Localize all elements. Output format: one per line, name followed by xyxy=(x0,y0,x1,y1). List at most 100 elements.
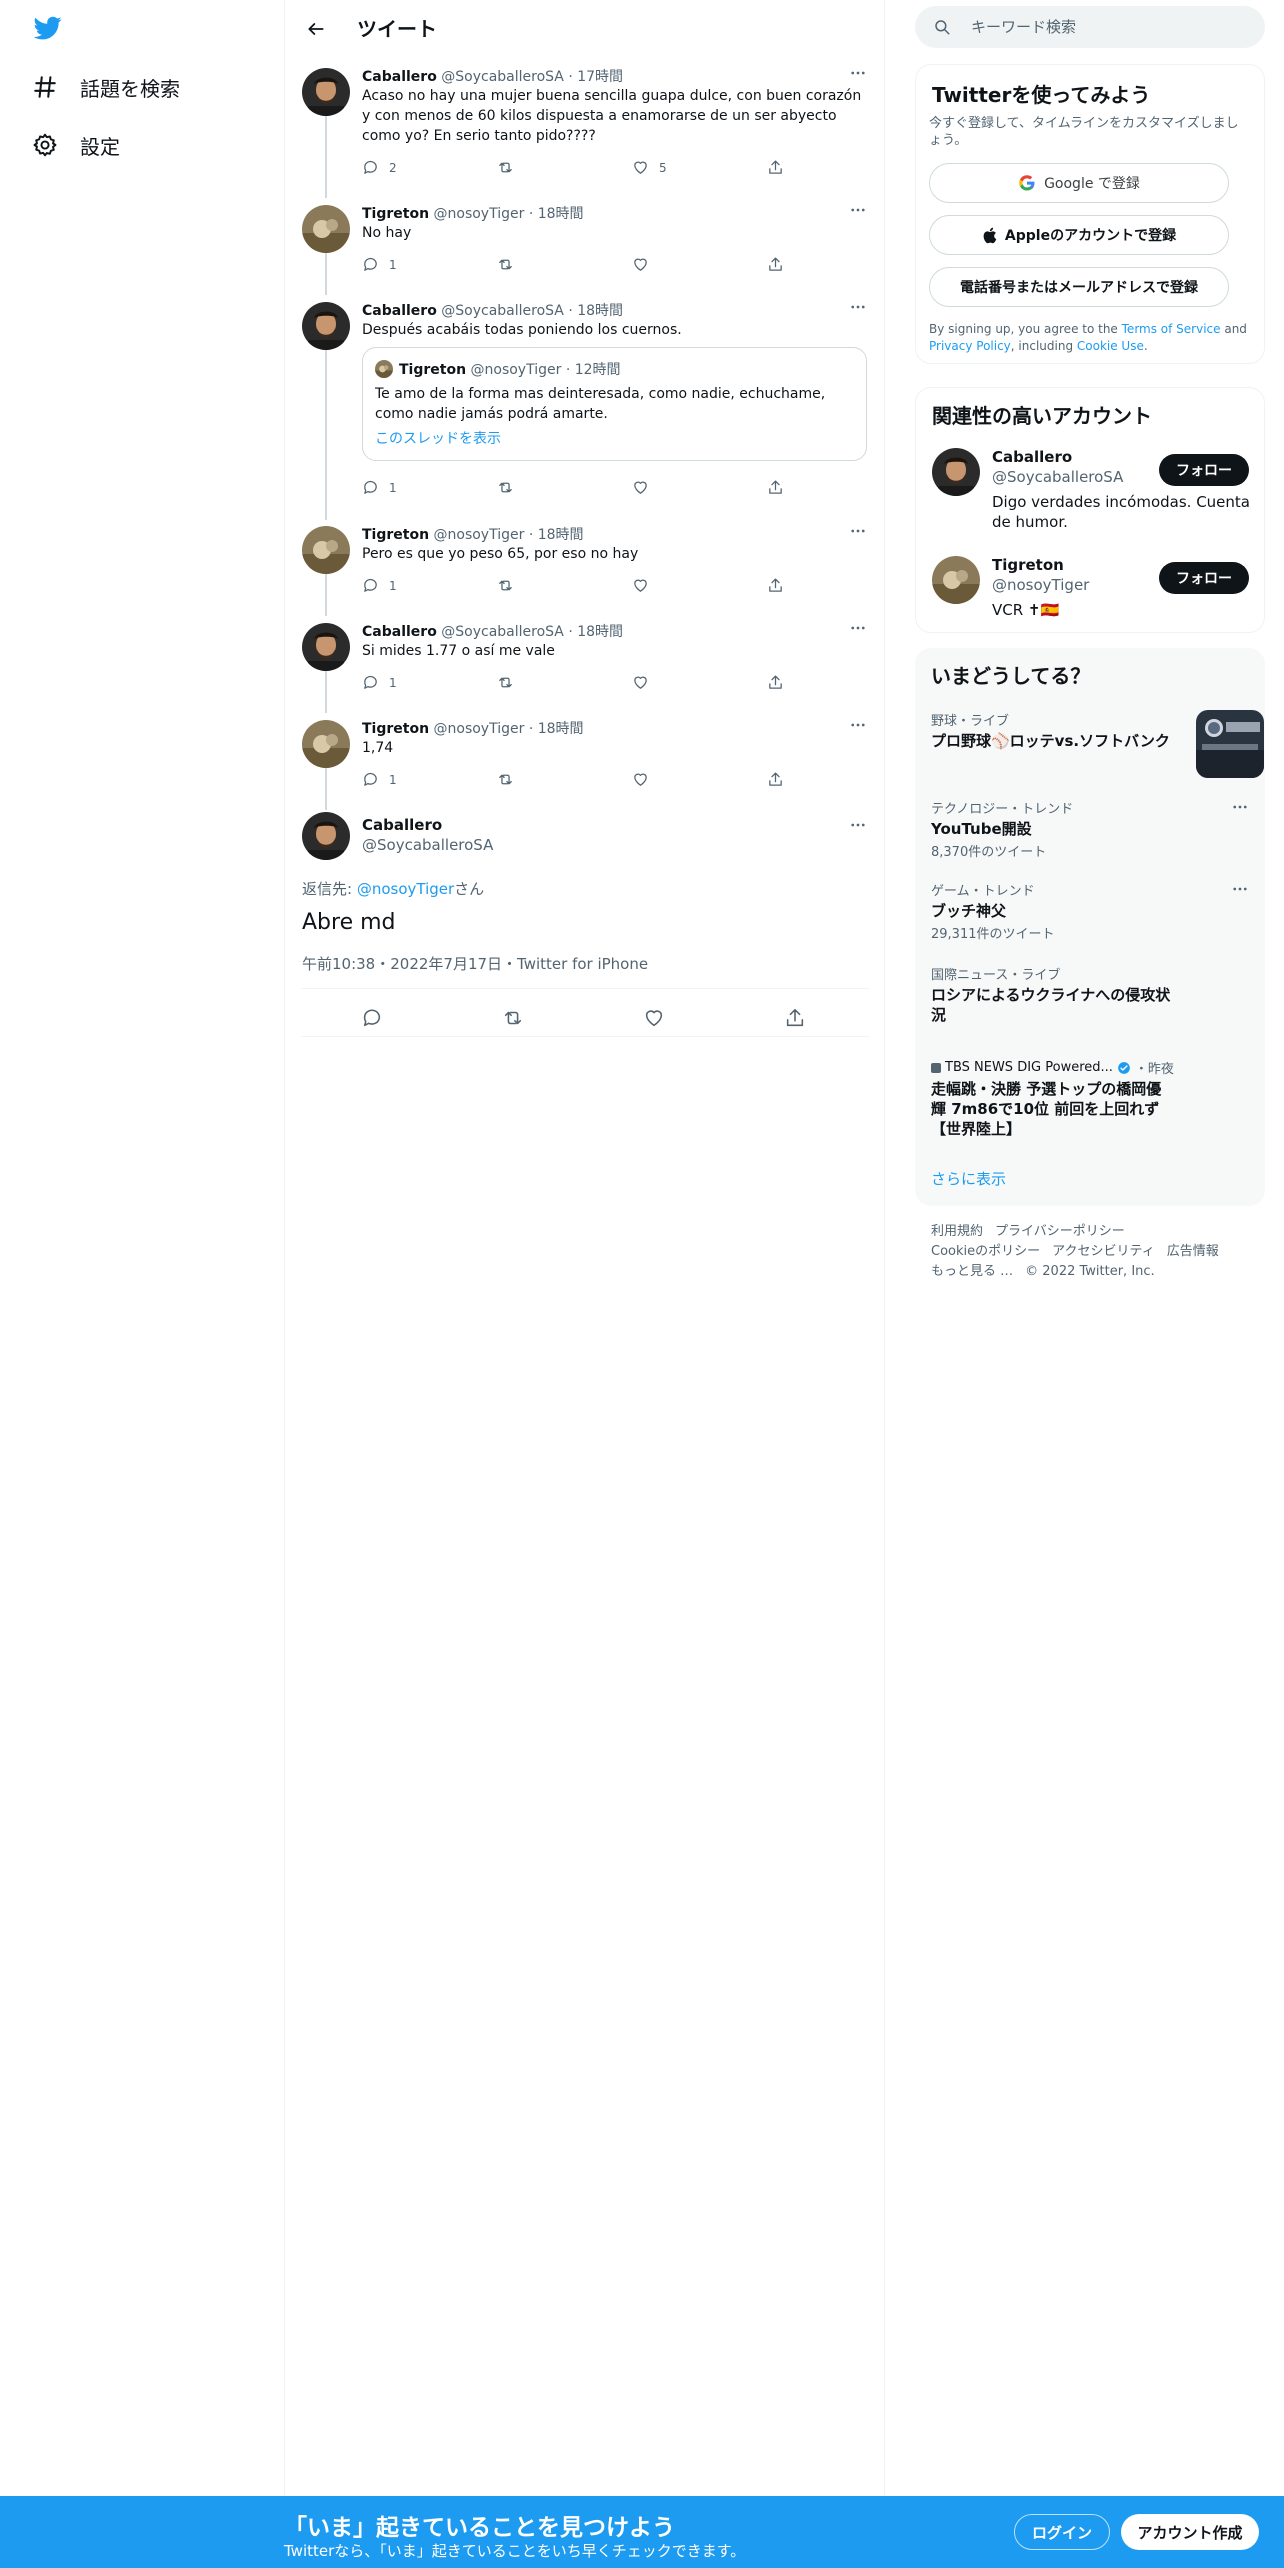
tweet-time[interactable]: 17時間 xyxy=(577,69,623,85)
footer-link-ads[interactable]: 広告情報 xyxy=(1167,1242,1219,1262)
show-more-link[interactable]: さらに表示 xyxy=(931,1168,1006,1189)
footer-link-more[interactable]: もっと見る … xyxy=(931,1262,1013,1282)
author-handle[interactable]: @SoycaballeroSA xyxy=(441,69,564,85)
share-button[interactable] xyxy=(767,577,784,594)
privacy-link[interactable]: Privacy Policy xyxy=(929,339,1011,353)
focus-author-handle[interactable]: @SoycaballeroSA xyxy=(362,836,493,854)
phone-email-signup-button[interactable]: 電話番号またはメールアドレスで登録 xyxy=(929,267,1229,307)
tweet-time[interactable]: 18時間 xyxy=(577,303,623,319)
avatar[interactable] xyxy=(302,526,350,574)
google-signup-button[interactable]: Google で登録 xyxy=(929,163,1229,203)
author-name[interactable]: Tigreton xyxy=(362,206,429,222)
trend-item[interactable]: ゲーム・トレンド ブッチ神父 29,311件のツイート xyxy=(931,878,1251,942)
trend-item[interactable]: TBS NEWS DIG Powered... ・昨夜 走幅跳・決勝 予選トップ… xyxy=(931,1058,1251,1148)
quoted-tweet[interactable]: Tigreton @nosoyTiger · 12時間 Te amo de la… xyxy=(362,347,867,461)
like-button[interactable] xyxy=(632,577,659,594)
author-name[interactable]: Caballero xyxy=(362,303,437,319)
author-name[interactable]: Caballero xyxy=(362,624,437,640)
reply-button[interactable]: 1 xyxy=(362,256,397,273)
author-handle[interactable]: @nosoyTiger xyxy=(434,206,525,222)
retweet-button[interactable] xyxy=(497,771,524,788)
more-button[interactable] xyxy=(847,62,869,84)
follow-button[interactable]: フォロー xyxy=(1159,562,1249,594)
terms-link[interactable]: Terms of Service xyxy=(1122,322,1221,336)
register-button[interactable]: アカウント作成 xyxy=(1121,2514,1259,2550)
search-input[interactable] xyxy=(971,14,1241,40)
reply-button[interactable]: 1 xyxy=(362,771,397,788)
focus-author-name[interactable]: Caballero xyxy=(362,816,442,834)
more-button[interactable] xyxy=(847,199,869,221)
show-thread-link[interactable]: このスレッドを表示 xyxy=(375,428,501,448)
follow-button[interactable]: フォロー xyxy=(1159,454,1249,486)
tweet-time[interactable]: 18時間 xyxy=(538,721,584,737)
reply-button[interactable]: 1 xyxy=(362,577,397,594)
share-button[interactable] xyxy=(767,771,784,788)
retweet-button[interactable] xyxy=(497,479,524,496)
reply-button[interactable]: 1 xyxy=(362,479,397,496)
share-button[interactable] xyxy=(767,256,784,273)
footer-link-privacy[interactable]: プライバシーポリシー xyxy=(995,1222,1125,1242)
like-button[interactable] xyxy=(632,479,659,496)
thread-tweet[interactable]: Tigreton @nosoyTiger · 18時間 No hay 1 xyxy=(285,203,885,283)
author-handle[interactable]: @SoycaballeroSA xyxy=(441,624,564,640)
trend-item[interactable]: 国際ニュース・ライブ ロシアによるウクライナへの侵攻状況 xyxy=(931,964,1251,1024)
author-handle[interactable]: @nosoyTiger xyxy=(434,721,525,737)
login-button[interactable]: ログイン xyxy=(1014,2514,1110,2550)
cookie-link[interactable]: Cookie Use xyxy=(1077,339,1144,353)
footer-link-accessibility[interactable]: アクセシビリティ xyxy=(1052,1242,1155,1262)
focus-tweet-date[interactable]: 午前10:38・2022年7月17日・Twitter for iPhone xyxy=(302,953,648,974)
account-item[interactable]: Tigreton @nosoyTiger VCR ✝🇪🇸 フォロー xyxy=(932,556,1252,626)
avatar[interactable] xyxy=(302,720,350,768)
footer-link-cookie[interactable]: Cookieのポリシー xyxy=(931,1242,1040,1262)
avatar[interactable] xyxy=(302,623,350,671)
more-button[interactable] xyxy=(1229,878,1251,900)
author-handle[interactable]: @SoycaballeroSA xyxy=(441,303,564,319)
like-button[interactable] xyxy=(632,771,659,788)
more-button[interactable] xyxy=(847,714,869,736)
account-item[interactable]: Caballero @SoycaballeroSA Digo verdades … xyxy=(932,448,1252,538)
more-button[interactable] xyxy=(847,814,869,836)
like-button[interactable] xyxy=(632,256,659,273)
nav-settings[interactable]: 設定 xyxy=(32,125,120,165)
more-button[interactable] xyxy=(1229,796,1251,818)
like-button[interactable] xyxy=(632,674,659,691)
share-button[interactable] xyxy=(767,674,784,691)
avatar[interactable] xyxy=(932,448,980,496)
avatar[interactable] xyxy=(302,812,350,860)
thread-tweet[interactable]: Caballero @SoycaballeroSA · 18時間 Si mide… xyxy=(285,621,885,701)
reply-button[interactable]: 2 xyxy=(362,159,397,176)
reply-button[interactable]: 1 xyxy=(362,674,397,691)
tweet-time[interactable]: 18時間 xyxy=(577,624,623,640)
thread-tweet[interactable]: Caballero @SoycaballeroSA · 18時間 Después… xyxy=(285,300,885,510)
retweet-button[interactable] xyxy=(501,1006,525,1030)
author-handle[interactable]: @nosoyTiger xyxy=(434,527,525,543)
back-button[interactable] xyxy=(299,12,333,46)
avatar[interactable] xyxy=(302,302,350,350)
reply-button[interactable] xyxy=(360,1006,384,1030)
nav-explore[interactable]: 話題を検索 xyxy=(32,67,180,107)
trend-item[interactable]: テクノロジー・トレンド YouTube開設 8,370件のツイート xyxy=(931,796,1251,860)
retweet-button[interactable] xyxy=(497,256,524,273)
more-button[interactable] xyxy=(847,617,869,639)
avatar[interactable] xyxy=(302,68,350,116)
footer-link-terms[interactable]: 利用規約 xyxy=(931,1222,983,1242)
retweet-button[interactable] xyxy=(497,674,524,691)
thread-tweet[interactable]: Caballero @SoycaballeroSA · 17時間 Acaso n… xyxy=(285,66,885,186)
avatar[interactable] xyxy=(932,556,980,604)
like-button[interactable] xyxy=(642,1006,666,1030)
tweet-time[interactable]: 18時間 xyxy=(538,527,584,543)
share-button[interactable] xyxy=(767,159,784,176)
tweet-time[interactable]: 18時間 xyxy=(538,206,584,222)
trend-item[interactable]: 野球・ライブ プロ野球⚾ロッテvs.ソフトバンク xyxy=(931,710,1264,780)
more-button[interactable] xyxy=(847,520,869,542)
more-button[interactable] xyxy=(847,296,869,318)
like-button[interactable]: 5 xyxy=(632,159,667,176)
replying-mention-link[interactable]: @nosoyTiger xyxy=(357,880,454,898)
thread-tweet[interactable]: Tigreton @nosoyTiger · 18時間 Pero es que … xyxy=(285,524,885,604)
avatar[interactable] xyxy=(302,205,350,253)
retweet-button[interactable] xyxy=(497,577,524,594)
author-name[interactable]: Tigreton xyxy=(362,527,429,543)
thread-tweet[interactable]: Tigreton @nosoyTiger · 18時間 1,74 1 xyxy=(285,718,885,798)
share-button[interactable] xyxy=(767,479,784,496)
retweet-button[interactable] xyxy=(497,159,524,176)
